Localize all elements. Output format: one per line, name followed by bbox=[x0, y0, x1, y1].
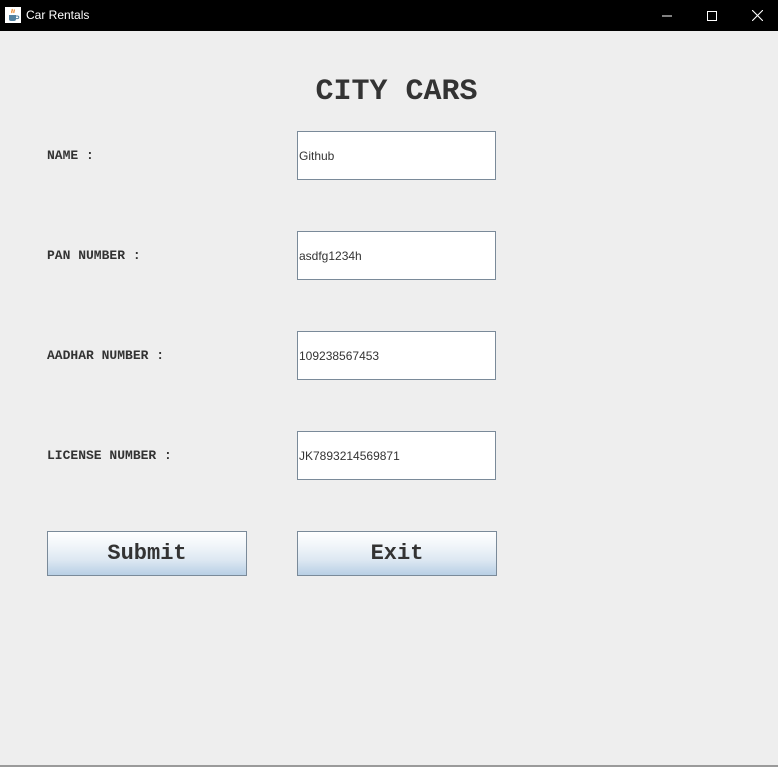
close-button[interactable] bbox=[735, 0, 778, 31]
maximize-button[interactable] bbox=[690, 0, 734, 31]
form-panel: CITY CARS NAME : PAN NUMBER : AADHAR NUM… bbox=[0, 31, 778, 766]
minimize-icon bbox=[662, 15, 672, 16]
java-cup-icon bbox=[5, 7, 21, 23]
aadhar-number-field[interactable] bbox=[297, 331, 496, 380]
window-title: Car Rentals bbox=[26, 8, 90, 22]
minimize-button[interactable] bbox=[645, 0, 689, 31]
pan-number-label: PAN NUMBER : bbox=[47, 248, 141, 263]
license-number-label: LICENSE NUMBER : bbox=[47, 448, 172, 463]
page-title: CITY CARS bbox=[315, 75, 478, 109]
app-window: Car Rentals CITY CARS NAME : PAN NUMBER … bbox=[0, 0, 778, 767]
name-field[interactable] bbox=[297, 131, 496, 180]
maximize-icon bbox=[707, 10, 717, 21]
pan-number-field[interactable] bbox=[297, 231, 496, 280]
aadhar-number-label: AADHAR NUMBER : bbox=[47, 348, 165, 363]
name-label: NAME : bbox=[47, 148, 94, 163]
submit-button[interactable]: Submit bbox=[47, 531, 247, 576]
close-icon bbox=[751, 10, 763, 21]
title-bar[interactable]: Car Rentals bbox=[0, 0, 778, 31]
exit-button[interactable]: Exit bbox=[297, 531, 497, 576]
license-number-field[interactable] bbox=[297, 431, 496, 480]
